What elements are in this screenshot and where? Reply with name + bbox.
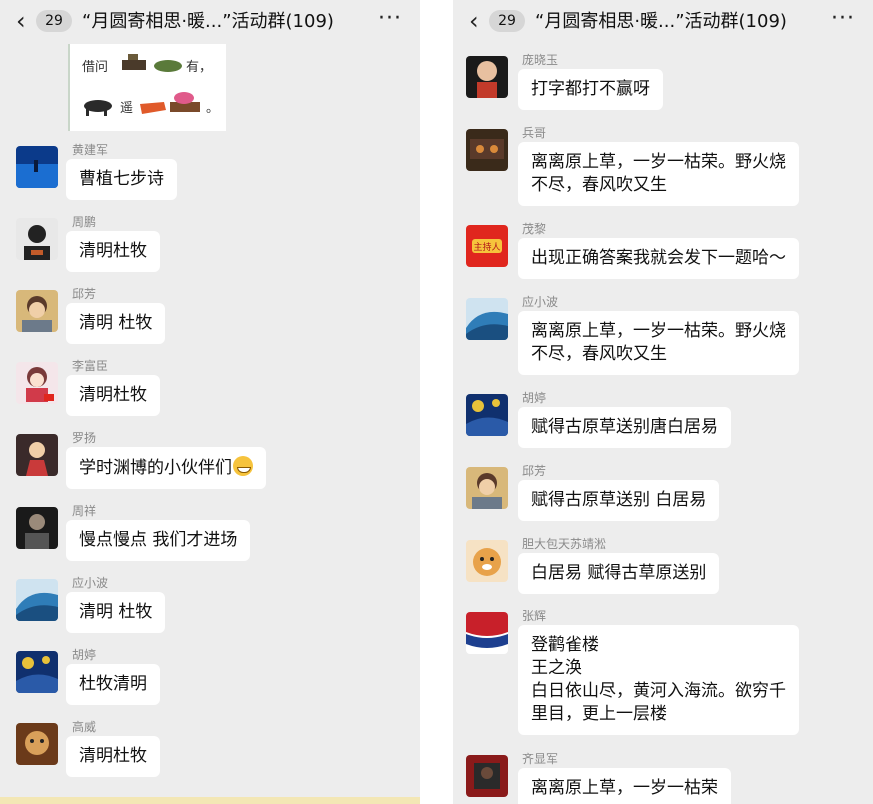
- message-bubble[interactable]: 出现正确答案我就会发下一题哈～: [518, 238, 799, 279]
- message-line: 出现正确答案我就会发下一题哈～: [531, 248, 786, 268]
- avatar[interactable]: [16, 146, 58, 188]
- message-bubble[interactable]: 赋得古原草送别 白居易: [518, 480, 720, 521]
- message-line: 不尽，春风吹又生: [531, 175, 667, 195]
- sender-name: 庞晓玉: [522, 53, 559, 67]
- unread-badge[interactable]: 29: [489, 10, 525, 32]
- message-line: 白日依山尽，黄河入海流。欲穷千: [531, 681, 786, 701]
- sender-name: 周祥: [72, 504, 97, 518]
- sender-name: 胡婷: [522, 391, 547, 405]
- avatar[interactable]: [16, 579, 58, 621]
- sender-name: 邱芳: [72, 287, 97, 301]
- avatar[interactable]: [466, 540, 508, 582]
- message-line: 不尽，春风吹又生: [531, 344, 667, 364]
- more-icon[interactable]: ···: [831, 6, 855, 31]
- message-text: 学时渊博的小伙伴们: [79, 458, 232, 478]
- chat-title: “月圆寄相思·暖...”活动群(109): [535, 11, 787, 32]
- message-bubble[interactable]: 杜牧清明: [66, 664, 160, 705]
- message-bubble[interactable]: 白居易 赋得古草原送别: [518, 553, 720, 594]
- message-line: 白居易 赋得古草原送别: [531, 563, 707, 583]
- message-bubble[interactable]: 曹植七步诗: [66, 159, 177, 200]
- avatar[interactable]: [466, 467, 508, 509]
- message-line: 离离原上草，一岁一枯荣。野火烧: [531, 321, 786, 341]
- rebus-text-2: 有，: [186, 60, 212, 75]
- message-bubble[interactable]: 慢点慢点 我们才进场: [66, 520, 251, 561]
- chat-title: “月圆寄相思·暖...”活动群(109): [82, 11, 334, 32]
- sender-name: 茂黎: [522, 222, 547, 236]
- avatar[interactable]: [466, 755, 508, 797]
- message-line: 离离原上草，一岁一枯荣。野火烧: [531, 152, 786, 172]
- message-bubble[interactable]: 学时渊博的小伙伴们: [66, 447, 266, 489]
- left-chat-screen: ‹ 29 “月圆寄相思·暖...”活动群(109) ··· 借问 有， 遥 。 …: [0, 0, 420, 804]
- avatar[interactable]: [466, 612, 508, 654]
- more-icon[interactable]: ···: [378, 6, 402, 31]
- avatar[interactable]: 主持人: [466, 225, 508, 267]
- avatar[interactable]: [466, 129, 508, 171]
- message-bubble[interactable]: 清明杜牧: [66, 375, 160, 416]
- rebus-image: 借问 有， 遥 。: [82, 54, 219, 116]
- avatar[interactable]: [16, 218, 58, 260]
- avatar[interactable]: [16, 723, 58, 765]
- message-bubble[interactable]: 清明杜牧: [66, 231, 160, 272]
- rebus-text-4: 。: [206, 101, 219, 116]
- back-icon[interactable]: ‹: [16, 9, 26, 33]
- avatar[interactable]: [466, 298, 508, 340]
- sender-name: 胆大包天苏靖淞: [522, 537, 607, 551]
- sender-name: 应小波: [72, 576, 109, 590]
- message-bubble[interactable]: 清明 杜牧: [66, 303, 166, 344]
- back-icon[interactable]: ‹: [469, 9, 479, 33]
- sender-name: 邱芳: [522, 464, 547, 478]
- host-label: 主持人: [473, 241, 500, 253]
- grin-emoji-icon: [233, 456, 253, 476]
- avatar[interactable]: [16, 507, 58, 549]
- message-bubble[interactable]: 登鹳雀楼 王之涣 白日依山尽，黄河入海流。欲穷千 里目，更上一层楼: [518, 625, 799, 735]
- message-line: 里目，更上一层楼: [531, 704, 667, 724]
- chat-header: ‹ 29 “月圆寄相思·暖...”活动群(109) ···: [0, 0, 420, 44]
- message-line: 赋得古原草送别 白居易: [531, 490, 707, 510]
- message-line: 赋得古原草送别唐白居易: [531, 417, 718, 437]
- message-line: 打字都打不赢呀: [531, 79, 650, 99]
- sender-name: 黄建军: [72, 143, 109, 157]
- avatar[interactable]: [466, 56, 508, 98]
- unread-badge[interactable]: 29: [36, 10, 72, 32]
- rebus-text-3: 遥: [120, 101, 133, 116]
- message-line: 离离原上草，一岁一枯荣: [531, 778, 718, 798]
- sender-name: 高威: [72, 720, 97, 734]
- avatar[interactable]: [16, 434, 58, 476]
- avatar[interactable]: [466, 394, 508, 436]
- message-bubble[interactable]: 打字都打不赢呀: [518, 69, 663, 110]
- avatar[interactable]: [16, 290, 58, 332]
- message-bubble[interactable]: 清明 杜牧: [66, 592, 166, 633]
- message-line: 登鹳雀楼: [531, 635, 599, 655]
- message-line: 王之涣: [531, 658, 582, 678]
- sender-name: 李富臣: [72, 359, 109, 373]
- panel-gap: [420, 0, 453, 804]
- message-bubble[interactable]: 离离原上草，一岁一枯荣: [518, 768, 731, 804]
- sender-name: 兵哥: [522, 126, 547, 140]
- avatar[interactable]: [16, 362, 58, 404]
- sender-name: 张辉: [522, 609, 547, 623]
- message-bubble[interactable]: 离离原上草，一岁一枯荣。野火烧 不尽，春风吹又生: [518, 142, 799, 206]
- chat-header: ‹ 29 “月圆寄相思·暖...”活动群(109) ···: [453, 0, 873, 44]
- sender-name: 胡婷: [72, 648, 97, 662]
- sender-name: 应小波: [522, 295, 559, 309]
- message-bubble[interactable]: 离离原上草，一岁一枯荣。野火烧 不尽，春风吹又生: [518, 311, 799, 375]
- rebus-text-1: 借问: [82, 60, 108, 75]
- message-bubble[interactable]: 清明杜牧: [66, 736, 160, 777]
- right-chat-screen: ‹ 29 “月圆寄相思·暖...”活动群(109) ··· 庞晓玉 打字都打不赢…: [453, 0, 873, 804]
- image-message[interactable]: 借问 有， 遥 。: [68, 44, 226, 131]
- sender-name: 齐显军: [522, 752, 559, 766]
- sender-name: 罗扬: [72, 431, 97, 445]
- avatar[interactable]: [16, 651, 58, 693]
- sender-name: 周鹏: [72, 215, 97, 229]
- bottom-edge: [0, 797, 420, 804]
- message-bubble[interactable]: 赋得古原草送别唐白居易: [518, 407, 731, 448]
